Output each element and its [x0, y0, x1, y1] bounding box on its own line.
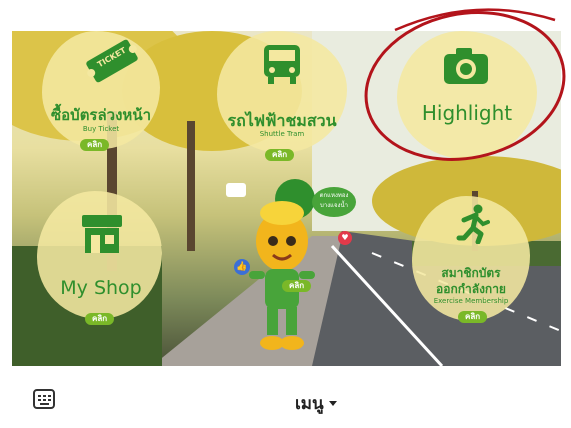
shop-icon [82, 215, 122, 253]
buy-ticket-subtitle: Buy Ticket [82, 125, 120, 133]
menu-label: เมนู [295, 394, 324, 414]
buy-ticket-title: ซื้อบัตรล่วงหน้า [50, 106, 151, 124]
mascot-speech-bubble: ตกแหงทอง บางแจงน้ำ [312, 187, 356, 217]
heart-icon: ♥ [338, 231, 352, 245]
buy-ticket-tile[interactable]: TICKET ซื้อบัตรล่วงหน้า Buy Ticket คลิก [32, 31, 170, 161]
mascot-click-button[interactable]: คลิก [282, 280, 312, 292]
mascot-bubble-line1: ตกแหงทอง [319, 192, 349, 199]
shuttle-tram-click-button[interactable]: คลิก [265, 149, 295, 161]
buy-ticket-click-button[interactable]: คลิก [80, 139, 110, 151]
chat-icon [226, 183, 246, 197]
shuttle-tram-tile[interactable]: รถไฟฟ้าชมสวน Shuttle Tram คลิก [212, 31, 352, 166]
like-icon: 👍 [234, 259, 250, 275]
mascot-bubble-line2: บางแจงน้ำ [320, 202, 348, 209]
keyboard-icon[interactable] [33, 389, 55, 409]
caret-down-icon [328, 401, 337, 406]
exercise-tile[interactable]: สมาชิกบัตร ออกกำลังกาย Exercise Membersh… [404, 196, 538, 331]
highlight-circle-annotation [364, 8, 566, 161]
bottom-bar [0, 366, 571, 428]
exercise-click-button[interactable]: คลิก [458, 311, 488, 323]
exercise-subtitle: Exercise Membership [433, 297, 509, 305]
running-person-icon [456, 204, 490, 244]
my-shop-tile[interactable]: My Shop คลิก [32, 191, 170, 331]
my-shop-title: My Shop [60, 277, 142, 299]
my-shop-click-button[interactable]: คลิก [85, 313, 115, 325]
bus-icon [264, 45, 300, 84]
menu-toggle-button[interactable]: เมนู [295, 390, 337, 417]
shuttle-tram-subtitle: Shuttle Tram [259, 130, 305, 138]
